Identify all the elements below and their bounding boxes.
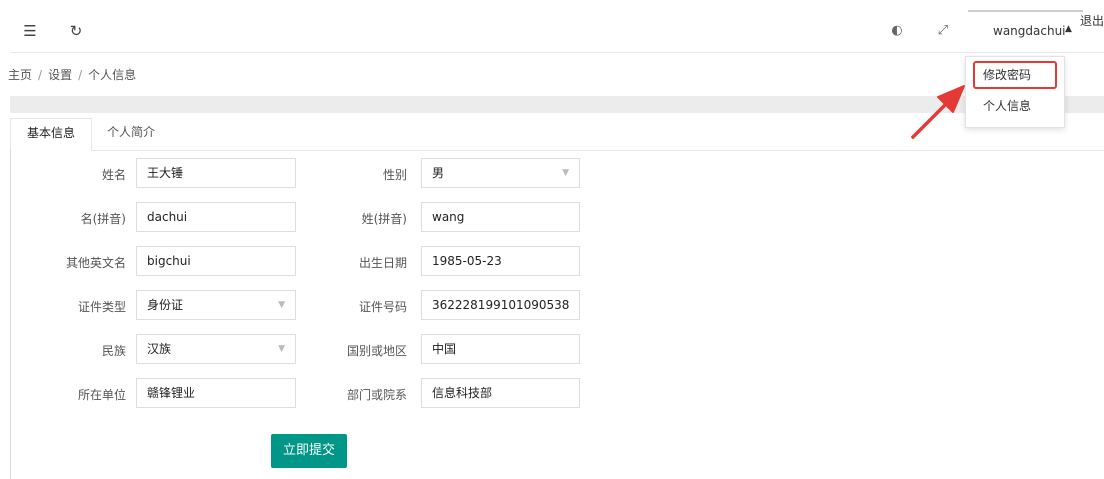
gender-select[interactable]: 男 ▼	[421, 158, 580, 188]
menu-fold-icon[interactable]: ☰	[20, 21, 40, 41]
label-gender: 性别	[382, 168, 407, 182]
profile-form: 姓名 王大锤 性别 男 ▼ 名(拼音) dachui 姓(拼音) wang 其他英…	[10, 150, 1104, 479]
top-bar: ☰ ↻ ◐ ⤢ wangdachui ▲	[10, 10, 1104, 53]
given-name-pinyin-field[interactable]: dachui	[136, 202, 296, 232]
organization-field[interactable]: 赣锋锂业	[136, 378, 296, 408]
label-birth-date: 出生日期	[358, 256, 407, 270]
label-given-name-pinyin: 名(拼音)	[80, 212, 126, 226]
username: wangdachui	[993, 24, 1066, 38]
breadcrumb-current: 个人信息	[88, 68, 137, 82]
label-surname-pinyin: 姓(拼音)	[361, 212, 407, 226]
id-type-value: 身份证	[147, 298, 184, 312]
ethnicity-select[interactable]: 汉族 ▼	[136, 334, 296, 364]
arrow-shape	[911, 85, 965, 139]
id-number-field[interactable]: 362228199101090538	[421, 290, 580, 320]
annotation-arrow-icon	[911, 85, 965, 139]
label-id-type: 证件类型	[77, 300, 126, 314]
breadcrumb-separator: /	[78, 68, 83, 82]
breadcrumb: 主页 / 设置 / 个人信息	[8, 66, 136, 83]
logout-link[interactable]: 退出	[1080, 12, 1104, 29]
birth-date-field[interactable]: 1985-05-23	[421, 246, 580, 276]
highlight-box	[973, 61, 1057, 89]
submit-button[interactable]: 立即提交	[271, 434, 347, 468]
refresh-icon[interactable]: ↻	[66, 21, 86, 41]
label-id-number: 证件号码	[358, 300, 407, 314]
label-english-name: 其他英文名	[65, 256, 126, 270]
tab-profile[interactable]: 个人简介	[91, 118, 171, 149]
label-organization: 所在单位	[77, 388, 126, 402]
breadcrumb-home[interactable]: 主页	[8, 68, 32, 82]
fullscreen-icon[interactable]: ⤢	[933, 21, 953, 41]
palette-icon[interactable]: ◐	[887, 21, 907, 41]
label-name: 姓名	[101, 168, 126, 182]
caret-up-icon: ▲	[1065, 24, 1072, 34]
menu-item-profile[interactable]: 个人信息	[966, 92, 1062, 120]
country-field[interactable]: 中国	[421, 334, 580, 364]
chevron-down-icon: ▼	[278, 300, 285, 310]
gender-value: 男	[432, 166, 445, 180]
department-field[interactable]: 信息科技部	[421, 378, 580, 408]
user-menu-toggle[interactable]: wangdachui ▲	[968, 10, 1083, 54]
label-ethnicity: 民族	[101, 344, 126, 358]
ethnicity-value: 汉族	[147, 342, 172, 356]
id-type-select[interactable]: 身份证 ▼	[136, 290, 296, 320]
label-department: 部门或院系	[346, 388, 407, 402]
name-field[interactable]: 王大锤	[136, 158, 296, 188]
breadcrumb-settings[interactable]: 设置	[48, 68, 72, 82]
chevron-down-icon: ▼	[278, 344, 285, 354]
label-country: 国别或地区	[346, 344, 407, 358]
english-name-field[interactable]: bigchui	[136, 246, 296, 276]
surname-pinyin-field[interactable]: wang	[421, 202, 580, 232]
tab-basic-info[interactable]: 基本信息	[10, 118, 93, 151]
user-dropdown-menu: 修改密码 个人信息	[965, 56, 1065, 128]
chevron-down-icon: ▼	[562, 168, 569, 178]
breadcrumb-separator: /	[38, 68, 43, 82]
